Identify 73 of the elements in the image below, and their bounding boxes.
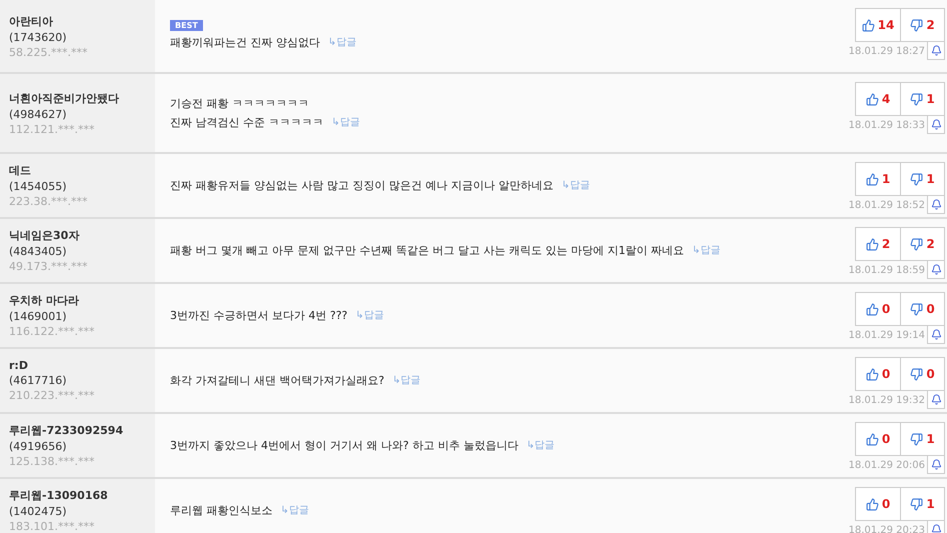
- report-button[interactable]: [927, 116, 945, 134]
- ip-address: 223.38.***.***: [9, 195, 88, 208]
- user-id: (1402475): [9, 505, 68, 518]
- nickname: r:D: [9, 359, 29, 372]
- nickname: 너흰아직준비가안됐다: [9, 90, 120, 106]
- ip-address: 125.138.***.***: [9, 455, 96, 468]
- bell-icon: [930, 199, 942, 210]
- timestamp: 18.01.29 19:32: [848, 394, 925, 406]
- thumbs-down-icon: [910, 302, 924, 316]
- user-id: (4617716): [9, 374, 68, 387]
- thumbs-up-icon: [866, 432, 879, 446]
- comment-text: 기승전 패황 ㅋㅋㅋㅋㅋㅋㅋ: [170, 96, 309, 112]
- thumbs-down-icon: [910, 498, 924, 510]
- comment-text: 패황 버그 몇개 빼고 아무 문제 없구만 수년째 똑같은 버그 달고 사는 캐릭도 있는 마당에 지1랄이 짜네요: [170, 243, 684, 259]
- comment-text: 화각 가져갈테니 새댄 백어택가져가실래요?: [170, 373, 384, 389]
- ip-address: 210.223.***.***: [9, 389, 96, 402]
- user-id: (1469001): [9, 310, 68, 323]
- ip-address: 49.173.***.***: [9, 260, 88, 273]
- nickname: 루리웹-7233092594: [9, 423, 124, 438]
- timestamp: 18.01.29 18:52: [848, 200, 925, 210]
- bell-icon: [930, 45, 942, 56]
- bell-icon: [930, 394, 942, 405]
- user-id: (1743620): [9, 30, 68, 44]
- thumbs-down-icon: [910, 432, 924, 446]
- report-button[interactable]: [927, 42, 945, 60]
- timestamp: 18.01.29 18:59: [848, 264, 925, 276]
- bell-icon: [930, 524, 942, 533]
- report-button[interactable]: [927, 196, 945, 214]
- ip-address: 183.101.***.***: [9, 520, 96, 533]
- thumbs-down-icon: [910, 238, 924, 250]
- bell-icon: [930, 459, 942, 470]
- timestamp: 18.01.29 20:06: [848, 460, 925, 470]
- timestamp: 18.01.29 18:27: [848, 46, 925, 56]
- nickname: 데드: [9, 163, 32, 178]
- nickname: 우치하 마다라: [9, 293, 80, 308]
- ip-address: 112.121.***.***: [9, 122, 96, 136]
- report-button[interactable]: [927, 391, 945, 409]
- thumbs-down-icon: [910, 368, 924, 380]
- comment-text: 3번까진 수긍하면서 보다가 4번 ???: [170, 308, 348, 324]
- best-badge: BEST: [170, 20, 203, 31]
- thumbs-down-icon: [910, 92, 924, 106]
- nickname: 닉네임은30자: [9, 228, 80, 243]
- timestamp: 18.01.29 19:14: [848, 330, 925, 340]
- thumbs-down-icon: [910, 18, 924, 32]
- thumbs-up-icon: [862, 18, 875, 32]
- ip-address: 116.122.***.***: [9, 325, 96, 338]
- thumbs-up-icon: [866, 302, 879, 316]
- comment-text: 루리웹 패황인식보소: [170, 503, 272, 519]
- report-button[interactable]: [927, 326, 945, 344]
- bell-icon: [930, 119, 942, 130]
- ip-address: 58.225.***.***: [9, 46, 88, 58]
- user-id: (1454055): [9, 180, 68, 193]
- user-id: (4984627): [9, 108, 68, 120]
- timestamp: 18.01.29 20:23: [848, 524, 925, 533]
- thumbs-up-icon: [866, 368, 879, 380]
- comment-text: 진짜 패황유저들 양심없는 사람 많고 징징이 많은건 예나 지금이나 알만하네요: [170, 178, 554, 194]
- thumbs-up-icon: [866, 238, 879, 250]
- thumbs-up-icon: [866, 498, 879, 510]
- report-button[interactable]: [927, 261, 945, 279]
- bell-icon: [930, 329, 942, 340]
- thumbs-down-icon: [910, 172, 924, 186]
- timestamp: 18.01.29 18:33: [848, 120, 925, 130]
- user-id: (4843405): [9, 245, 68, 258]
- comment-text: 패황끼워파는건 진짜 양심없다: [170, 35, 320, 51]
- nickname: 아란티아: [9, 14, 54, 28]
- comment-text: 3번까지 좋았으나 4번에서 형이 거기서 왜 나와? 하고 비추 눌렀읍니다: [170, 438, 518, 454]
- comment-text: 진짜 남격검신 수준 ㅋㅋㅋㅋㅋ: [170, 115, 324, 131]
- user-id: (4919656): [9, 440, 68, 453]
- report-button[interactable]: [927, 456, 945, 474]
- bell-icon: [930, 264, 942, 275]
- thumbs-up-icon: [866, 172, 879, 186]
- thumbs-up-icon: [866, 92, 879, 106]
- nickname: 루리웹-13090168: [9, 488, 109, 503]
